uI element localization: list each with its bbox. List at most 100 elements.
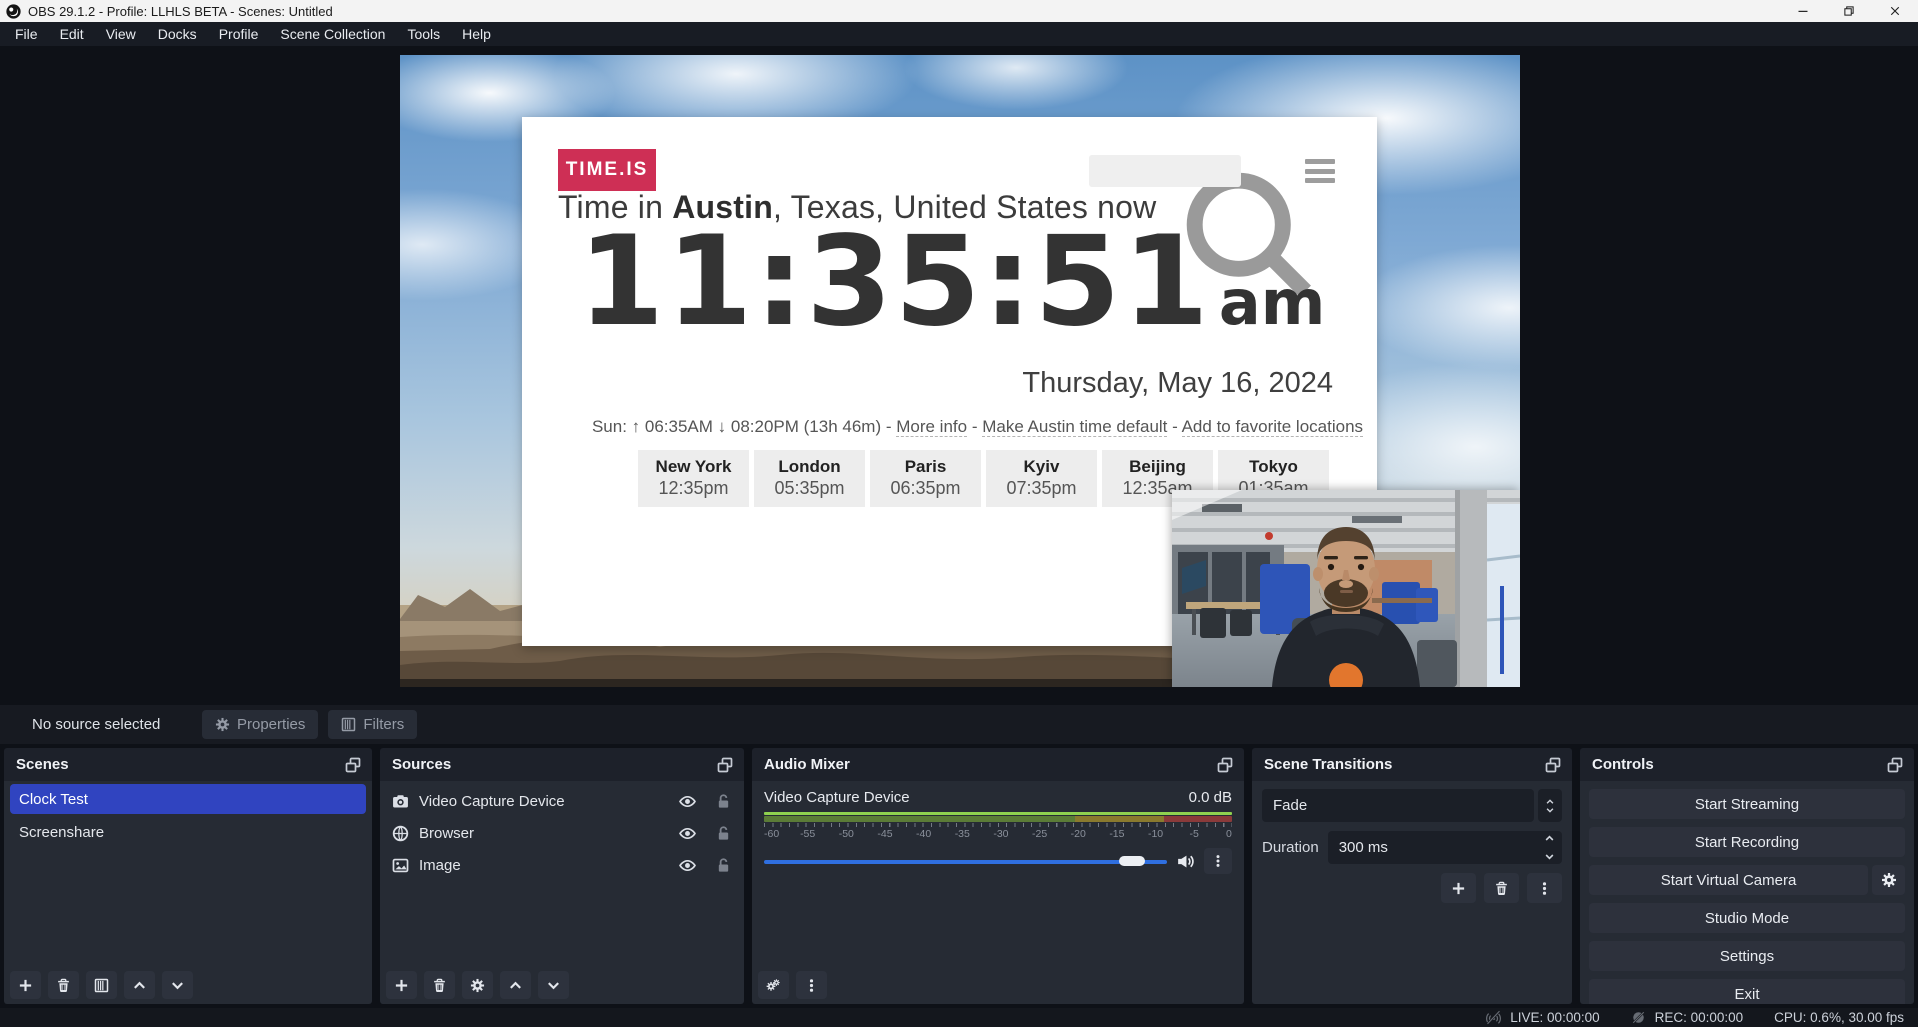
search-input[interactable] (1089, 155, 1241, 187)
menu-tools[interactable]: Tools (396, 22, 451, 46)
move-scene-down-button[interactable] (162, 971, 193, 999)
clock-digits: 11:35:51 (578, 205, 1211, 360)
remove-transition-button[interactable] (1484, 873, 1519, 903)
filters-icon (341, 717, 356, 732)
chevron-down-icon (1545, 807, 1555, 814)
move-scene-up-button[interactable] (124, 971, 155, 999)
camera-icon (392, 793, 409, 810)
make-default-link[interactable]: Make Austin time default (982, 417, 1167, 437)
move-source-up-button[interactable] (500, 971, 531, 999)
filters-button[interactable]: Filters (328, 710, 417, 739)
menubar: File Edit View Docks Profile Scene Colle… (0, 22, 1918, 46)
city-new-york[interactable]: New York12:35pm (638, 450, 749, 507)
menu-help[interactable]: Help (451, 22, 502, 46)
timeis-logo[interactable]: TIME.IS (558, 149, 656, 191)
lock-icon[interactable] (715, 825, 732, 842)
add-source-button[interactable] (386, 971, 417, 999)
more-info-link[interactable]: More info (896, 417, 967, 437)
add-transition-button[interactable] (1441, 873, 1476, 903)
chevron-up-icon (508, 978, 523, 993)
webcam-overlay[interactable] (1172, 490, 1520, 687)
cpu-fps-stats: CPU: 0.6%, 30.00 fps (1774, 1010, 1904, 1025)
start-recording-button[interactable]: Start Recording (1589, 827, 1905, 857)
scene-item-clock-test[interactable]: Clock Test (10, 784, 366, 814)
add-favorite-link[interactable]: Add to favorite locations (1182, 417, 1363, 437)
visibility-eye-icon[interactable] (679, 857, 696, 874)
sun-info-line: Sun: ↑ 06:35AM ↓ 08:20PM (13h 46m) - Mor… (522, 417, 1377, 437)
popout-icon[interactable] (1215, 755, 1235, 775)
gear-icon (1881, 872, 1897, 888)
scene-transitions-panel-title: Scene Transitions (1264, 756, 1392, 773)
city-kyiv[interactable]: Kyiv07:35pm (986, 450, 1097, 507)
remove-source-button[interactable] (424, 971, 455, 999)
popout-icon[interactable] (1543, 755, 1563, 775)
trash-icon (432, 978, 447, 993)
city-paris[interactable]: Paris06:35pm (870, 450, 981, 507)
advanced-audio-button[interactable] (758, 971, 789, 999)
transition-select[interactable]: Fade (1262, 789, 1534, 822)
scenes-panel: Scenes Clock Test Screenshare (4, 748, 372, 1004)
lock-icon[interactable] (715, 857, 732, 874)
sun-times: Sun: ↑ 06:35AM ↓ 08:20PM (13h 46m) (592, 417, 881, 436)
popout-icon[interactable] (715, 755, 735, 775)
sources-panel: Sources Video Capture Device Browser (380, 748, 744, 1004)
plus-icon (18, 978, 33, 993)
chevron-down-icon[interactable] (1544, 853, 1555, 861)
popout-icon[interactable] (1885, 755, 1905, 775)
plus-icon (1451, 881, 1466, 896)
menu-scene-collection[interactable]: Scene Collection (269, 22, 396, 46)
source-properties-button[interactable] (462, 971, 493, 999)
selected-source-status: No source selected (32, 716, 202, 733)
menu-view[interactable]: View (95, 22, 147, 46)
popout-icon[interactable] (343, 755, 363, 775)
scene-transitions-panel: Scene Transitions Fade Duration 300 ms (1252, 748, 1572, 1004)
minimize-button[interactable] (1780, 0, 1826, 22)
menu-profile[interactable]: Profile (208, 22, 270, 46)
hamburger-menu-icon[interactable] (1305, 159, 1335, 183)
start-streaming-button[interactable]: Start Streaming (1589, 789, 1905, 819)
window-title: OBS 29.1.2 - Profile: LLHLS BETA - Scene… (28, 4, 333, 19)
dock-area: Scenes Clock Test Screenshare Sources (0, 744, 1918, 1008)
city-london[interactable]: London05:35pm (754, 450, 865, 507)
trash-icon (56, 978, 71, 993)
mixer-options-button[interactable] (1204, 848, 1232, 874)
transition-properties-button[interactable] (1527, 873, 1562, 903)
volume-slider[interactable] (764, 855, 1167, 867)
chevron-up-icon[interactable] (1544, 834, 1555, 842)
mixer-level-db: 0.0 dB (1189, 789, 1232, 806)
source-row-browser[interactable]: Browser (380, 817, 744, 849)
lock-icon[interactable] (715, 793, 732, 810)
preview-canvas[interactable]: TIME.IS Time in Austin, Texas, United St… (400, 55, 1520, 687)
settings-button[interactable]: Settings (1589, 941, 1905, 971)
visibility-eye-icon[interactable] (679, 793, 696, 810)
duration-input[interactable]: 300 ms (1328, 831, 1562, 864)
move-source-down-button[interactable] (538, 971, 569, 999)
menu-file[interactable]: File (4, 22, 49, 46)
menu-docks[interactable]: Docks (147, 22, 208, 46)
kebab-icon (1537, 881, 1552, 896)
visibility-eye-icon[interactable] (679, 825, 696, 842)
source-row-image[interactable]: Image (380, 849, 744, 881)
add-scene-button[interactable] (10, 971, 41, 999)
restore-button[interactable] (1826, 0, 1872, 22)
remove-scene-button[interactable] (48, 971, 79, 999)
close-button[interactable] (1872, 0, 1918, 22)
properties-button[interactable]: Properties (202, 710, 318, 739)
speaker-icon[interactable] (1176, 852, 1195, 871)
start-virtual-camera-button[interactable]: Start Virtual Camera (1589, 865, 1868, 895)
studio-mode-button[interactable]: Studio Mode (1589, 903, 1905, 933)
menu-edit[interactable]: Edit (49, 22, 95, 46)
virtual-camera-settings-button[interactable] (1872, 865, 1905, 895)
scene-item-screenshare[interactable]: Screenshare (10, 817, 366, 847)
volume-slider-handle[interactable] (1119, 856, 1145, 866)
transition-select-spinner[interactable] (1538, 789, 1562, 822)
controls-panel: Controls Start Streaming Start Recording… (1580, 748, 1914, 1004)
audio-mixer-panel-title: Audio Mixer (764, 756, 850, 773)
mixer-menu-button[interactable] (796, 971, 827, 999)
live-timer: LIVE: 00:00:00 (1510, 1010, 1599, 1025)
scene-filters-button[interactable] (86, 971, 117, 999)
exit-button[interactable]: Exit (1589, 979, 1905, 1004)
source-row-video-capture[interactable]: Video Capture Device (380, 785, 744, 817)
gear-icon (470, 978, 485, 993)
trash-icon (1494, 881, 1509, 896)
